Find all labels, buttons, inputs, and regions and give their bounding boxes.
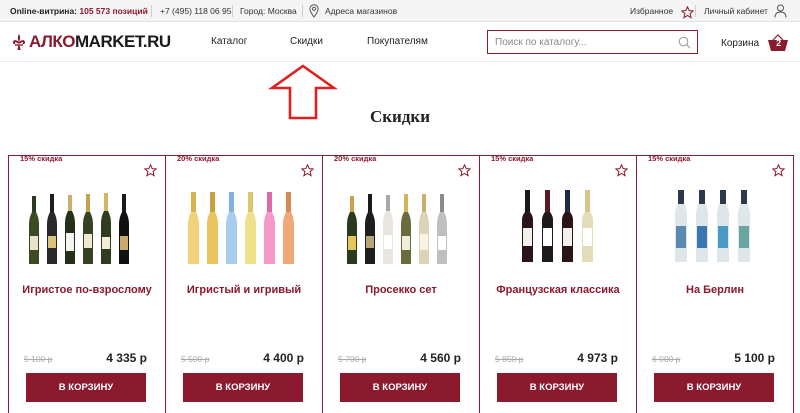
product-card[interactable]: 15% скидка Игристое по-взрослому 5 100 р… [8,154,166,413]
location-pin-icon [309,4,319,18]
current-price: 4 560 р [420,351,461,365]
product-card[interactable]: 15% скидка На Берлин 6 000 р 5 100 р В К… [636,154,794,413]
product-card[interactable]: 20% скидка Игристый и игривый 5 500 р 4 … [165,154,323,413]
product-name[interactable]: На Берлин [645,283,785,298]
add-to-cart-button[interactable]: В КОРЗИНУ [340,373,460,402]
star-icon [680,5,695,19]
favorites-link[interactable]: Избранное [630,0,695,22]
old-price: 5 700 р [338,354,367,364]
phone-link[interactable]: +7 (495) 118 06 95 [160,0,231,22]
product-image[interactable] [490,186,626,266]
divider [151,5,152,17]
favorite-star-icon[interactable] [614,163,629,182]
current-price: 4 335 р [106,351,147,365]
add-to-cart-button[interactable]: В КОРЗИНУ [497,373,617,402]
product-card[interactable]: 15% скидка Французская классика 5 850 р … [479,154,637,413]
add-to-cart-button[interactable]: В КОРЗИНУ [183,373,303,402]
logo-text-market: MARKET.RU [75,32,171,51]
old-price: 6 000 р [652,354,681,364]
favorite-star-icon[interactable] [143,163,158,182]
current-price: 4 400 р [263,351,304,365]
stores-label: Адреса магазинов [325,6,398,16]
product-image[interactable] [176,186,312,266]
current-price: 5 100 р [734,351,775,365]
discount-badge: 15% скидка [648,154,691,163]
showcase-info: Online-витрина: 105 573 позиций [10,0,148,22]
basket-icon: 2 [767,34,789,52]
add-to-cart-button[interactable]: В КОРЗИНУ [26,373,146,402]
cart-label: Корзина [721,37,760,49]
search-box [487,30,698,54]
nav-catalog[interactable]: Каталог [211,36,247,47]
account-link[interactable]: Личный кабинет [704,0,787,22]
search-icon[interactable] [678,36,691,54]
favorite-star-icon[interactable] [300,163,315,182]
product-name[interactable]: Игристое по-взрослому [17,283,157,298]
logo-text-alko: АЛКО [29,32,76,51]
current-price: 4 973 р [577,351,618,365]
old-price: 5 500 р [181,354,210,364]
add-to-cart-button[interactable]: В КОРЗИНУ [654,373,774,402]
product-name[interactable]: Игристый и игривый [174,283,314,298]
logo-text: АЛКОMARKET.RU [29,33,171,51]
account-label: Личный кабинет [704,6,768,16]
discount-badge: 15% скидка [491,154,534,163]
product-name[interactable]: Французская классика [488,283,628,298]
discount-badge: 20% скидка [334,154,377,163]
cart-count-badge: 2 [776,38,782,48]
user-icon [774,4,787,18]
cart-link[interactable]: Корзина 2 [721,32,789,54]
product-name[interactable]: Просекко сет [331,283,471,298]
fleur-de-lis-icon [12,33,26,51]
showcase-label: Online-витрина: [10,6,77,16]
main-header: АЛКОMARKET.RU Каталог Скидки Покупателям… [0,22,800,62]
city-selector[interactable]: Город: Москва [240,0,297,22]
site-logo[interactable]: АЛКОMARKET.RU [12,33,171,51]
divider [695,5,696,17]
nav-customers[interactable]: Покупателям [367,36,428,47]
discount-badge: 15% скидка [20,154,63,163]
divider [302,5,303,17]
product-image[interactable] [647,186,783,266]
divider [232,5,233,17]
product-image[interactable] [333,186,469,266]
product-image[interactable] [19,186,155,266]
search-input[interactable] [488,31,668,53]
product-grid: 15% скидка Игристое по-взрослому 5 100 р… [8,154,794,413]
favorite-star-icon[interactable] [771,163,786,182]
showcase-count: 105 573 позиций [79,6,148,16]
favorite-star-icon[interactable] [457,163,472,182]
product-card[interactable]: 20% скидка Просекко сет 5 700 р 4 560 р … [322,154,480,413]
old-price: 5 100 р [24,354,53,364]
old-price: 5 850 р [495,354,524,364]
nav-discounts[interactable]: Скидки [290,36,323,47]
top-info-bar: Online-витрина: 105 573 позиций +7 (495)… [0,0,800,22]
discount-badge: 20% скидка [177,154,220,163]
stores-link[interactable]: Адреса магазинов [309,0,397,22]
favorites-label: Избранное [630,6,674,16]
page-title: Скидки [369,107,431,126]
